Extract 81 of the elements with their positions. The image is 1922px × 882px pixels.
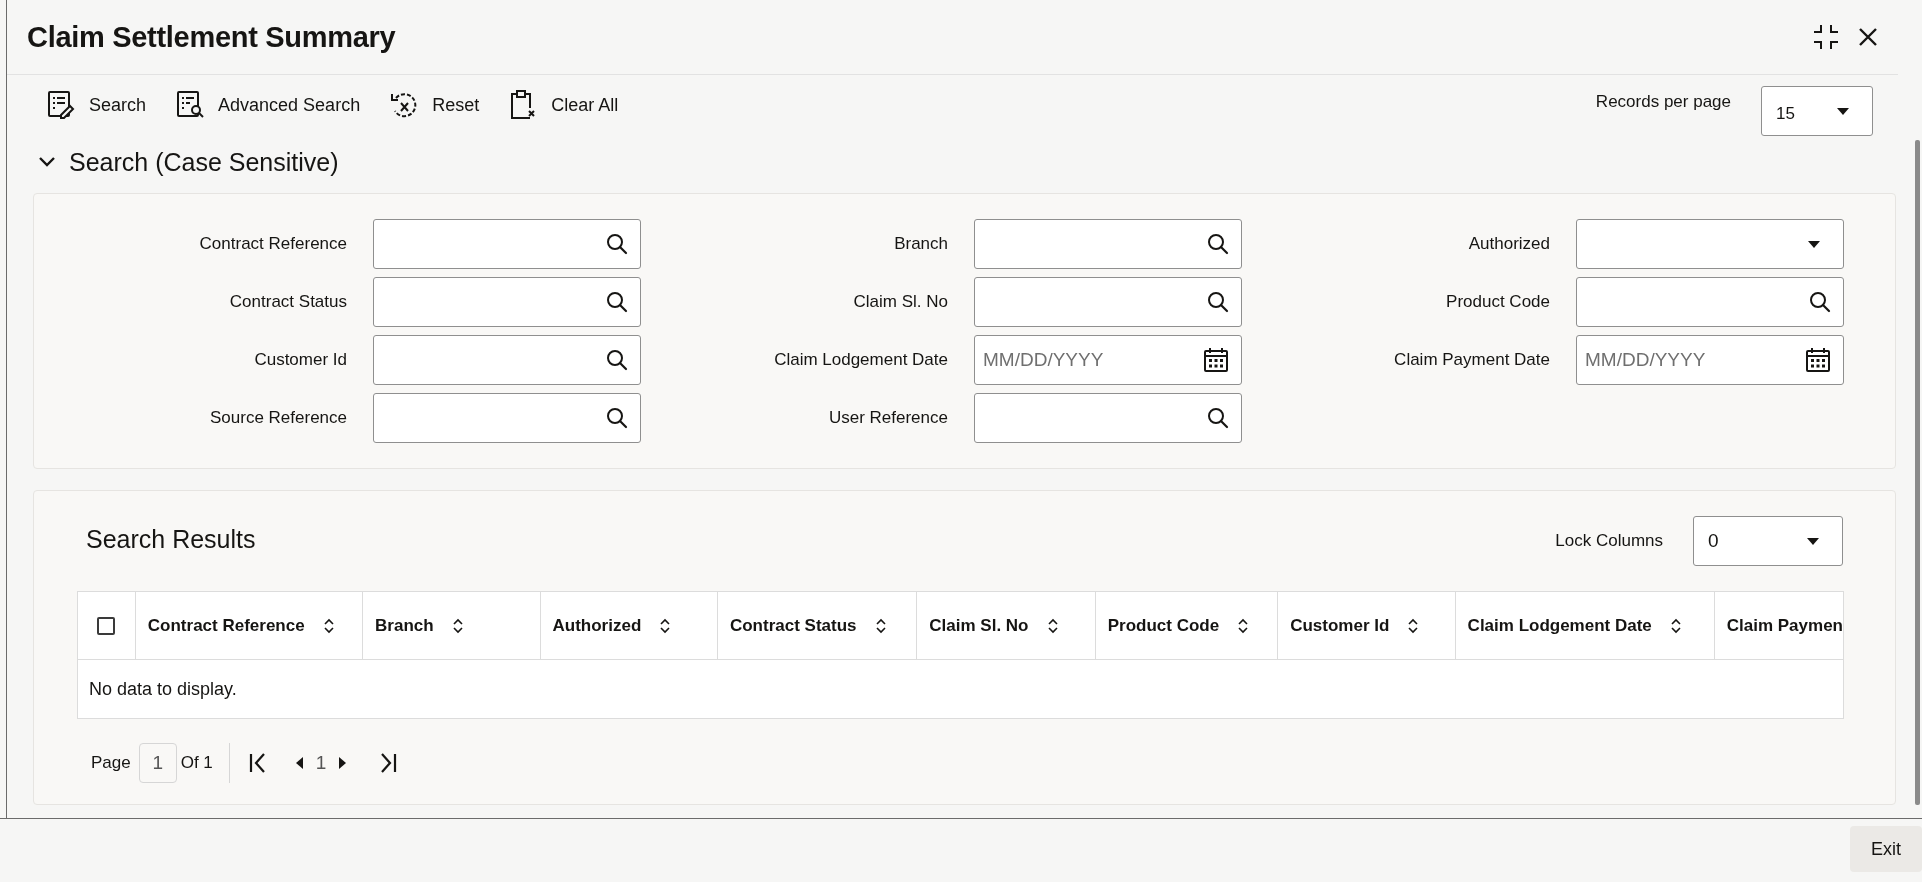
clipboard-clear-icon [509,90,538,120]
search-icon[interactable] [606,291,628,313]
field-label: Contract Reference [198,234,348,254]
lookup-field[interactable] [974,277,1242,327]
sort-icon [1237,617,1250,634]
date-field[interactable]: MM/DD/YYYY [1576,335,1844,385]
column-header[interactable]: Contract Reference [135,592,364,659]
lookup-field[interactable] [1576,277,1844,327]
sort-icon [451,617,464,634]
records-per-page-label: Records per page [1595,91,1731,112]
column-header[interactable]: Authorized [540,592,718,659]
sort-icon [659,617,672,634]
last-page-icon [378,752,399,774]
sort-icon [1669,617,1682,634]
last-page-button[interactable] [378,752,399,774]
caret-down-icon [1806,536,1820,546]
records-per-page-select[interactable]: 15 [1761,86,1873,136]
search-icon[interactable] [1809,291,1831,313]
lookup-field[interactable] [974,219,1242,269]
first-page-button[interactable] [247,752,268,774]
sort-icon [1407,617,1420,634]
field-label: Contract Status [228,292,348,312]
search-icon[interactable] [606,233,628,255]
column-header[interactable]: Claim Paymen [1714,592,1843,659]
calendar-icon[interactable] [1203,347,1229,373]
current-page: 1 [315,752,327,774]
empty-message: No data to display. [88,677,238,701]
date-field[interactable]: MM/DD/YYYY [974,335,1242,385]
lookup-field[interactable] [974,393,1242,443]
scrollbar[interactable] [1915,140,1920,805]
column-header[interactable]: Claim Lodgement Date [1455,592,1715,659]
field-label: Source Reference [208,408,348,428]
column-header[interactable]: Contract Status [717,592,918,659]
first-page-icon [247,752,268,774]
page-count: Of 1 [180,753,213,773]
column-header[interactable]: Claim Sl. No [917,592,1096,659]
lookup-field[interactable] [373,335,641,385]
search-icon[interactable] [1207,233,1229,255]
field-label: Claim Payment Date [1393,350,1551,370]
section-toggle[interactable]: Search (Case Sensitive) [7,135,339,175]
field-label: Branch [893,234,949,254]
field-label: Claim Lodgement Date [773,350,949,370]
lookup-field[interactable] [373,219,641,269]
collapse-icon[interactable] [1812,23,1840,51]
search-icon[interactable] [1207,407,1229,429]
select-all-checkbox[interactable] [97,616,116,635]
page-label: Page [91,753,131,773]
sort-icon [322,617,335,634]
edit-list-icon [47,90,75,120]
field-label: Customer Id [253,350,348,370]
toolbar-button[interactable]: Clear All [509,86,619,124]
column-header[interactable]: Product Code [1095,592,1279,659]
calendar-icon[interactable] [1805,347,1831,373]
lookup-field[interactable] [373,277,641,327]
search-icon[interactable] [1207,291,1229,313]
toolbar-button[interactable]: Search [47,86,147,124]
column-header[interactable]: Customer Id [1278,592,1456,659]
caret-down-icon [1807,239,1821,249]
toolbar-button[interactable]: Reset [390,86,480,124]
column-header[interactable]: Branch [363,592,541,659]
lookup-field[interactable] [373,393,641,443]
sort-icon [1046,617,1059,634]
reset-icon [390,90,419,120]
panel-title: Search Results [86,524,256,555]
close-icon[interactable] [1858,27,1878,47]
page-input[interactable]: 1 [138,743,177,783]
sort-icon [874,617,887,634]
field-label: User Reference [827,408,949,428]
field-label: Authorized [1467,234,1551,254]
field-label: Product Code [1445,292,1551,312]
exit-button[interactable]: Exit [1850,826,1922,872]
field-label: Claim Sl. No [852,292,949,312]
search-icon[interactable] [606,407,628,429]
select-field[interactable] [1576,219,1844,269]
lock-columns-label: Lock Columns [1555,531,1663,551]
lock-columns-select[interactable]: 0 [1693,516,1843,566]
list-search-icon [176,90,205,120]
search-icon[interactable] [606,349,628,371]
caret-down-icon [1836,106,1850,116]
toolbar-button[interactable]: Advanced Search [176,86,361,124]
window-title: Claim Settlement Summary [27,20,396,54]
